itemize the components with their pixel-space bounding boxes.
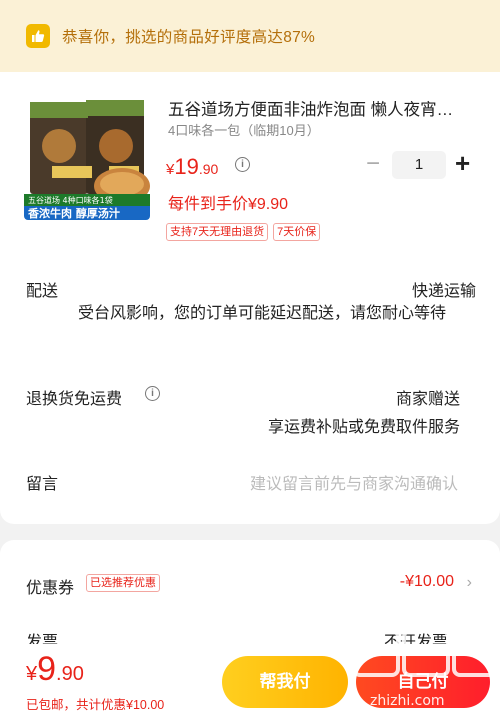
total-price: ¥9.90 [26, 650, 84, 688]
product-spec[interactable]: 4口味各一包（临期10月） [168, 120, 320, 139]
message-input[interactable]: 建议留言前先与商家沟通确认 [250, 470, 458, 494]
coupon-recommend-tag: 已选推荐优惠 [86, 574, 160, 592]
return-policy-tag: 支持7天无理由退货 [166, 223, 269, 241]
order-card: 五谷道场 4种口味各1袋 香浓牛肉 醇厚汤汁 五谷道场方便面非油炸泡面 懒人夜宵… [0, 72, 500, 524]
coupon-label: 优惠券 [26, 580, 75, 597]
price-protect-tag: 7天价保 [273, 223, 321, 241]
image-sub-text: 五谷道场 4种口味各1袋 [28, 195, 113, 205]
coupon-value[interactable]: -¥10.00 [400, 573, 454, 591]
returns-value: 商家赠送 [395, 391, 460, 408]
product-image[interactable]: 五谷道场 4种口味各1袋 香浓牛肉 醇厚汤汁 [24, 94, 150, 220]
checkout-bar: ¥9.90 已包邮，共计优惠¥10.00 帮我付 自己付 [0, 644, 500, 716]
returns-info-icon[interactable]: i [145, 386, 160, 401]
total-note: 已包邮，共计优惠¥10.00 [26, 698, 165, 712]
praise-banner: 恭喜你，挑选的商品好评度高达87% [0, 0, 500, 72]
message-label: 留言 [26, 476, 59, 493]
returns-label: 退换货免运费 [26, 391, 123, 408]
price-info-icon[interactable]: i [235, 157, 250, 172]
delivery-note: 受台风影响，您的订单可能延迟配送，请您耐心等待 [77, 305, 446, 322]
pay-myself-button[interactable]: 自己付 [356, 656, 490, 708]
returns-sub: 享运费补贴或免费取件服务 [267, 419, 460, 436]
increase-quantity-button[interactable]: + [455, 150, 470, 176]
per-item-price: 每件到手价¥9.90 [168, 196, 289, 213]
image-caption: 香浓牛肉 醇厚汤汁 [27, 206, 120, 220]
help-me-pay-button[interactable]: 帮我付 [222, 656, 348, 708]
thumbs-up-icon [26, 24, 50, 48]
quantity-input[interactable]: 1 [392, 151, 446, 179]
service-tags: 支持7天无理由退货 7天价保 [166, 223, 321, 241]
chevron-right-icon[interactable]: › [467, 574, 472, 592]
decrease-quantity-button[interactable]: − [366, 152, 380, 176]
product-price: ¥19.90 [166, 154, 219, 179]
delivery-label: 配送 [26, 283, 59, 300]
delivery-value[interactable]: 快递运输 [412, 277, 476, 301]
product-title[interactable]: 五谷道场方便面非油炸泡面 懒人夜宵… [168, 96, 478, 120]
banner-text: 恭喜你，挑选的商品好评度高达87% [62, 29, 316, 46]
